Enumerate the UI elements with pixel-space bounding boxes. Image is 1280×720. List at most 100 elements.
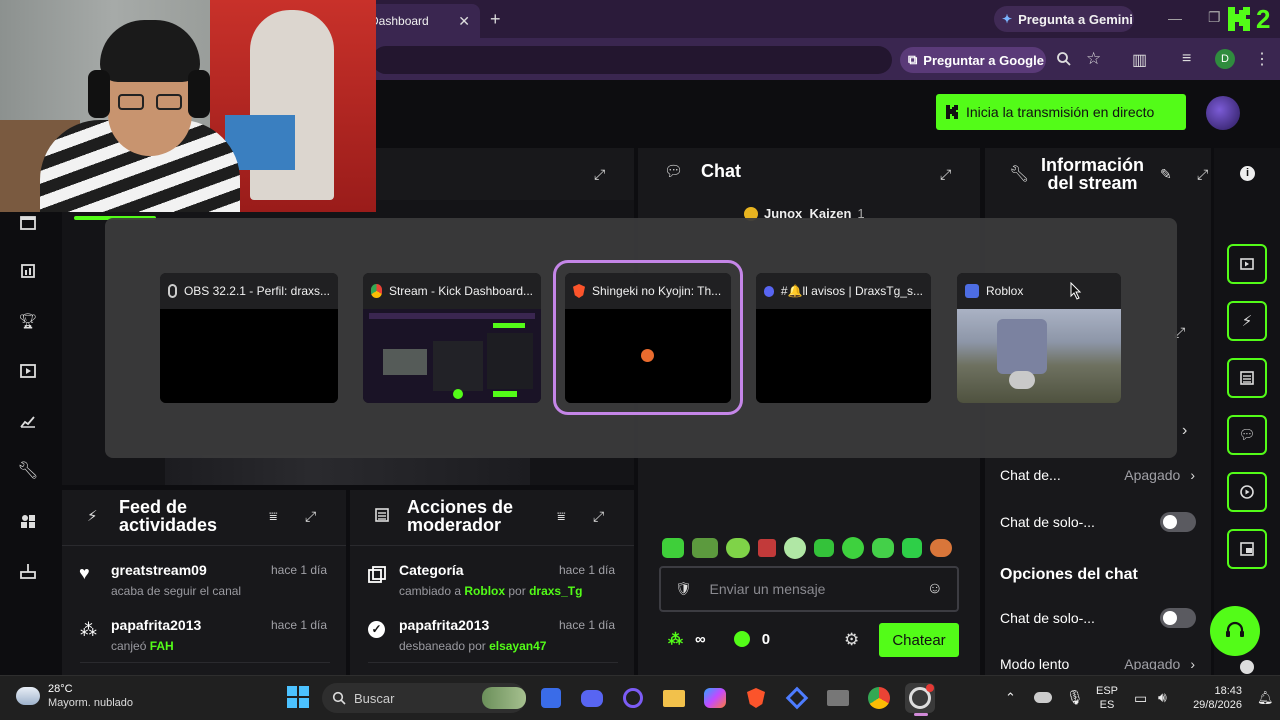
mod-expand-icon[interactable]: ⤢ xyxy=(593,508,604,525)
taskbar-search[interactable]: Buscar xyxy=(322,683,526,713)
channel-avatar[interactable] xyxy=(1206,96,1240,130)
copilot-icon[interactable] xyxy=(618,683,648,713)
tab-close-icon[interactable]: ✕ xyxy=(458,13,470,30)
profile-avatar[interactable]: D xyxy=(1215,49,1235,69)
nav-broadcast-icon[interactable] xyxy=(0,546,56,596)
setting-row[interactable]: Chat de... Apagado › xyxy=(1000,467,1195,483)
new-tab-icon[interactable]: + xyxy=(490,9,501,30)
filter-icon[interactable]: ⩸ xyxy=(557,508,566,525)
stream-info-expand-icon[interactable]: ⤢ xyxy=(1197,166,1208,183)
window-card-roblox[interactable]: Roblox xyxy=(957,273,1121,403)
tray-chevron-icon[interactable]: ⌃ xyxy=(1005,690,1016,706)
go-live-button[interactable]: Inicia la transmisión en directo xyxy=(936,94,1186,130)
emote-icon[interactable] xyxy=(726,538,750,558)
rail-play-icon[interactable] xyxy=(1227,472,1267,512)
edit-pencil-icon[interactable]: ✎ xyxy=(1160,166,1172,183)
gemini-button[interactable]: ✦ Pregunta a Gemini xyxy=(994,6,1134,32)
onedrive-icon[interactable] xyxy=(1034,692,1052,703)
nav-wrench-icon[interactable]: 🔧︎ xyxy=(0,446,56,496)
mod-action-moderator[interactable]: draxs_Tg xyxy=(529,584,582,598)
mod-action-title[interactable]: papafrita2013 xyxy=(399,617,489,633)
emote-icon[interactable] xyxy=(692,538,718,558)
send-chat-button[interactable]: Chatear xyxy=(879,623,959,657)
chrome-taskbar-icon[interactable] xyxy=(864,683,894,713)
activity-expand-icon[interactable]: ⤢ xyxy=(305,508,316,525)
emote-icon[interactable] xyxy=(842,537,864,559)
copilot-app-icon[interactable] xyxy=(700,683,730,713)
search-highlight-image xyxy=(482,687,526,709)
rail-chat-icon[interactable]: 💬︎ xyxy=(1227,415,1267,455)
language-indicator[interactable]: ESP ES xyxy=(1096,684,1118,712)
taskview-icon[interactable] xyxy=(536,683,566,713)
emote-icon[interactable] xyxy=(662,538,684,558)
rail-video-icon[interactable] xyxy=(1227,244,1267,284)
nav-analytics-icon[interactable] xyxy=(0,246,56,296)
microphone-icon[interactable]: 🎙︎ xyxy=(1066,689,1084,706)
activity-user[interactable]: papafrita2013 xyxy=(111,617,201,633)
display-icon[interactable]: ▭ xyxy=(1134,690,1147,707)
section-chevron-icon[interactable]: › xyxy=(1182,422,1187,440)
browser-tab-active[interactable]: Dashboard ✕ xyxy=(360,4,480,38)
emote-icon[interactable] xyxy=(872,538,894,558)
bookmark-star-icon[interactable]: ☆ xyxy=(1086,49,1101,69)
restore-icon[interactable]: ❐ xyxy=(1208,9,1221,26)
chat-settings-icon[interactable]: ⚙ xyxy=(844,630,859,650)
mod-action-moderator[interactable]: elsayan47 xyxy=(489,639,546,653)
volume-icon[interactable]: 🔊︎ xyxy=(1158,689,1167,706)
setting-row[interactable]: Chat de solo-... xyxy=(1000,512,1196,532)
emoji-icon[interactable]: ☺ xyxy=(927,580,943,598)
emote-icon[interactable] xyxy=(902,538,922,558)
toggle-switch[interactable] xyxy=(1160,608,1196,628)
clock[interactable]: 18:43 29/8/2026 xyxy=(1186,684,1242,712)
chat-input[interactable]: 🛡︎ Enviar un mensaje ☺ xyxy=(659,566,959,612)
toggle-switch[interactable] xyxy=(1160,512,1196,532)
extension-badge: 2 xyxy=(1256,4,1271,34)
media-queue-icon[interactable]: ≡ xyxy=(1182,50,1191,68)
nav-video-icon[interactable] xyxy=(0,346,56,396)
emote-icon[interactable] xyxy=(784,537,806,559)
activity-feed-title-line1: Feed de xyxy=(119,497,188,517)
setting-row[interactable]: Chat de solo-... xyxy=(1000,608,1196,628)
chat-title: Chat xyxy=(701,161,742,181)
brave-taskbar-icon[interactable] xyxy=(741,683,771,713)
activity-description: canjeó FAH xyxy=(111,639,174,653)
activity-reward-name[interactable]: FAH xyxy=(150,639,174,653)
window-card-kick-dashboard[interactable]: Stream - Kick Dashboard... xyxy=(363,273,541,403)
window-card-discord[interactable]: #🔔ll avisos | DraxsTg_s... xyxy=(756,273,931,403)
support-headset-icon[interactable] xyxy=(1210,606,1260,656)
mod-action-category[interactable]: Roblox xyxy=(464,584,505,598)
window-title: OBS 32.2.1 - Perfil: draxs... xyxy=(183,284,330,298)
rail-window-icon[interactable] xyxy=(1227,529,1267,569)
browser-menu-icon[interactable]: ⋮ xyxy=(1254,49,1270,69)
app-taskbar-icon[interactable] xyxy=(782,683,812,713)
address-bar[interactable] xyxy=(372,46,892,74)
emote-icon[interactable] xyxy=(758,539,776,557)
ask-google-button[interactable]: ⧉ Preguntar a Google xyxy=(900,47,1046,73)
community-icon[interactable] xyxy=(1240,660,1254,674)
nav-stats-icon[interactable] xyxy=(0,396,56,446)
emote-icon[interactable] xyxy=(814,539,834,557)
split-view-icon[interactable]: ▥ xyxy=(1132,50,1147,70)
nav-trophy-icon[interactable]: 🏆︎ xyxy=(0,296,56,346)
weather-widget[interactable]: 28°C Mayorm. nublado xyxy=(16,682,133,710)
discord-taskbar-icon[interactable] xyxy=(577,683,607,713)
filter-icon[interactable]: ⩸ xyxy=(269,508,278,525)
activity-user[interactable]: greatstream09 xyxy=(111,562,207,578)
file-explorer-icon[interactable] xyxy=(659,683,689,713)
windows-start-icon[interactable] xyxy=(287,686,309,708)
expand-icon[interactable]: ⤢ xyxy=(594,166,605,183)
zoom-icon[interactable] xyxy=(1056,51,1072,67)
rail-lightning-icon[interactable]: ⚡︎ xyxy=(1227,301,1267,341)
rail-list-icon[interactable] xyxy=(1227,358,1267,398)
window-card-obs[interactable]: OBS 32.2.1 - Perfil: draxs... xyxy=(160,273,338,403)
minimize-icon[interactable]: — xyxy=(1168,10,1182,26)
info-icon[interactable]: i xyxy=(1240,166,1255,181)
console-taskbar-icon[interactable] xyxy=(823,683,853,713)
setting-row[interactable]: Modo lento Apagado › xyxy=(1000,656,1195,670)
emote-icon[interactable] xyxy=(930,539,952,557)
notifications-icon[interactable]: 🔔︎ xyxy=(1257,690,1274,706)
chat-expand-icon[interactable]: ⤢ xyxy=(940,166,951,183)
nav-community-icon[interactable] xyxy=(0,496,56,546)
window-card-brave[interactable]: Shingeki no Kyojin: Th... xyxy=(565,273,731,403)
emote-bar[interactable] xyxy=(662,537,952,559)
